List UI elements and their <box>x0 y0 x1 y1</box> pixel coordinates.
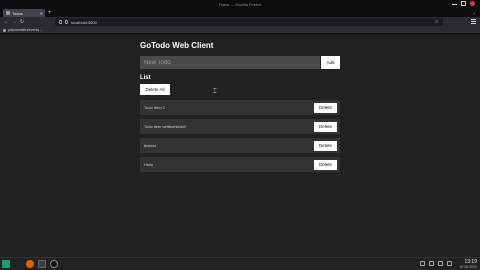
volume-icon[interactable] <box>429 261 434 266</box>
add-button[interactable]: Add <box>321 56 340 69</box>
app-launcher-icon[interactable] <box>2 260 10 268</box>
bookmark-favicon-icon <box>3 28 6 32</box>
clipboard-icon[interactable] <box>420 261 425 266</box>
address-bar[interactable]: localhost:3000 ☆ <box>55 18 443 26</box>
minimize-button[interactable] <box>452 1 457 5</box>
close-window-button[interactable] <box>470 1 475 6</box>
list-item: Todo Item 2 Delete <box>140 100 340 115</box>
list-item: Todo item writtenNewW Delete <box>140 119 340 134</box>
todo-text: Todo Item 2 <box>144 105 165 110</box>
bookmarks-toolbar: pulpocreativeevents... <box>0 27 480 34</box>
forward-button[interactable]: → <box>10 19 18 25</box>
maximize-button[interactable] <box>461 1 466 6</box>
tab-strip: Todos ✕ + ⌄ <box>0 9 480 17</box>
bookmark-star-icon[interactable]: ☆ <box>435 19 439 25</box>
page-content: GoTodo Web Client Add List Delete All To… <box>0 35 480 257</box>
tracking-shield-icon[interactable] <box>59 20 62 24</box>
list-item: Hello Delete <box>140 157 340 172</box>
hamburger-menu-icon[interactable] <box>471 19 476 24</box>
list-item: testest Delete <box>140 138 340 153</box>
system-tray <box>420 261 452 266</box>
window-title: Todos — Mozilla Firefox <box>218 2 262 7</box>
clock[interactable]: 13:19 29.06.2021 <box>459 259 477 269</box>
list-heading: List <box>140 75 151 81</box>
todo-text: Hello <box>144 162 154 167</box>
back-button[interactable]: ← <box>2 19 10 25</box>
delete-button[interactable]: Delete <box>314 121 337 132</box>
taskbar: 13:19 29.06.2021 <box>0 257 480 270</box>
site-info-icon[interactable] <box>65 20 68 24</box>
mouse-cursor-icon: ⌶ <box>213 88 217 95</box>
bookmark-item[interactable]: pulpocreativeevents... <box>8 28 42 32</box>
firefox-icon[interactable] <box>26 260 34 268</box>
obs-icon[interactable] <box>50 260 58 268</box>
terminal-icon[interactable] <box>38 260 46 268</box>
todo-text: Todo item writtenNewW <box>144 124 187 129</box>
url-text[interactable]: localhost:3000 <box>71 20 97 25</box>
todo-list: Todo Item 2 Delete Todo item writtenNewW… <box>140 100 340 172</box>
delete-button[interactable]: Delete <box>314 140 337 151</box>
tab-favicon-icon <box>6 11 10 15</box>
tab-label: Todos <box>12 10 23 16</box>
tab-close-icon[interactable]: ✕ <box>40 11 45 16</box>
delete-button[interactable]: Delete <box>314 159 337 170</box>
delete-all-button[interactable]: Delete All <box>140 84 170 95</box>
todo-text: testest <box>144 143 156 148</box>
window-controls <box>452 1 475 6</box>
new-todo-input[interactable] <box>140 56 320 69</box>
todo-app: GoTodo Web Client Add List Delete All To… <box>140 41 340 172</box>
delete-button[interactable]: Delete <box>314 102 337 113</box>
list-all-tabs-icon[interactable]: ⌄ <box>473 9 476 17</box>
navigation-toolbar: ← → ↻ localhost:3000 ☆ <box>0 17 480 27</box>
tray-expand-icon[interactable] <box>447 261 452 266</box>
clock-date: 29.06.2021 <box>459 265 477 269</box>
add-todo-form: Add <box>140 56 340 69</box>
tab-todos[interactable]: Todos ✕ <box>3 9 45 17</box>
window-titlebar: Todos — Mozilla Firefox <box>0 0 480 9</box>
page-title: GoTodo Web Client <box>140 41 214 50</box>
new-tab-button[interactable]: + <box>48 9 52 17</box>
network-icon[interactable] <box>438 261 443 266</box>
reload-button[interactable]: ↻ <box>18 19 26 25</box>
